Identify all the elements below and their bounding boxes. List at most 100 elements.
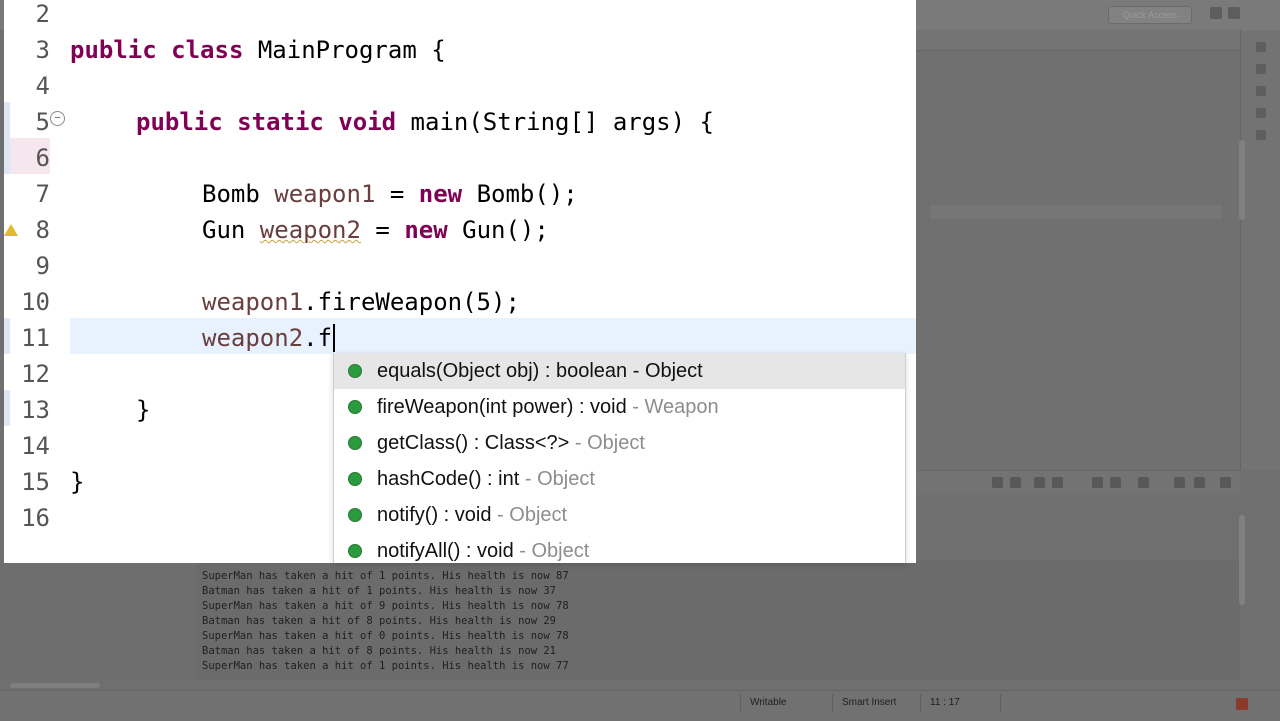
view-icon[interactable]	[1256, 108, 1266, 118]
scroll-lock-icon[interactable]	[1052, 477, 1063, 488]
status-separator	[832, 694, 833, 712]
line-number: 12	[21, 360, 50, 388]
view-icon[interactable]	[1256, 130, 1266, 140]
code-line-current[interactable]: weapon2.f	[202, 320, 336, 356]
public-method-icon	[348, 400, 362, 414]
error-log-icon[interactable]	[1236, 698, 1248, 710]
display-console-icon[interactable]	[1110, 477, 1121, 488]
perspective-switcher[interactable]	[1210, 6, 1270, 22]
outline-view	[916, 30, 1240, 470]
completion-signature: hashCode() : int	[377, 468, 520, 490]
completion-item[interactable]: fireWeapon(int power) : void - Weapon	[334, 389, 905, 425]
console-line: Batman has taken a hit of 8 points. His …	[202, 645, 557, 657]
console-line: Batman has taken a hit of 1 points. His …	[202, 585, 557, 597]
line-number: 11	[21, 324, 50, 352]
remove-launch-icon[interactable]	[1010, 477, 1021, 488]
line-number: 5	[35, 108, 50, 136]
completion-owner: Object	[509, 504, 568, 526]
view-icon[interactable]	[1256, 86, 1266, 96]
code-text: Gun	[202, 216, 260, 244]
code-line[interactable]: }	[70, 464, 84, 500]
completion-signature: getClass() : Class<?>	[377, 432, 570, 454]
console-gutter	[0, 560, 196, 680]
public-method-icon	[348, 364, 362, 378]
code-text: Gun();	[447, 216, 549, 244]
completion-item[interactable]: notifyAll() : void - Object	[334, 533, 905, 563]
keyword: new	[404, 216, 448, 244]
line-number: 4	[35, 72, 50, 100]
code-line[interactable]: Bomb weapon1 = new Bomb();	[202, 176, 578, 212]
public-method-icon	[348, 436, 362, 450]
quick-access-field[interactable]: Quick Access	[1108, 6, 1192, 24]
completion-signature: notify() : void	[377, 504, 492, 526]
minimize-icon[interactable]	[1174, 477, 1185, 488]
outline-selected-row[interactable]	[930, 205, 1222, 219]
view-icon[interactable]	[1256, 64, 1266, 74]
line-number: 6	[35, 144, 50, 172]
code-text: MainProgram {	[243, 36, 446, 64]
completion-item[interactable]: getClass() : Class<?> - Object	[334, 425, 905, 461]
console-line: SuperMan has taken a hit of 9 points. Hi…	[202, 600, 569, 612]
completion-owner: Object	[537, 468, 595, 490]
public-method-icon	[348, 508, 362, 522]
status-cursor-position: 11 : 17	[930, 697, 960, 708]
console-scrollbar[interactable]	[1239, 515, 1245, 605]
code-line[interactable]: public static void main(String[] args) {	[136, 104, 714, 140]
clear-console-icon[interactable]	[1034, 477, 1045, 488]
completion-separator: -	[519, 468, 538, 490]
content-assist-popup[interactable]: equals(Object obj) : boolean - Object fi…	[333, 353, 906, 563]
new-console-icon[interactable]	[1194, 477, 1205, 488]
completion-item[interactable]: hashCode() : int - Object	[334, 461, 905, 497]
line-number: 16	[21, 504, 50, 532]
terminate-icon[interactable]	[992, 477, 1003, 488]
code-text: Bomb	[202, 180, 275, 208]
java-perspective-icon[interactable]	[1228, 7, 1240, 19]
line-number: 15	[21, 468, 50, 496]
status-insert-mode: Smart Insert	[842, 697, 897, 708]
code-text: Bomb();	[462, 180, 578, 208]
horizontal-scrollbar[interactable]	[10, 683, 100, 688]
status-bar	[0, 690, 1280, 721]
code-text: main(String[] args) {	[396, 108, 714, 136]
public-method-icon	[348, 544, 362, 558]
console-toolbar	[916, 470, 1240, 495]
completion-item[interactable]: notify() : void - Object	[334, 497, 905, 533]
keyword: public class	[70, 36, 244, 64]
view-icon[interactable]	[1256, 42, 1266, 52]
code-text: =	[360, 216, 405, 244]
code-line[interactable]: Gun weapon2 = new Gun();	[202, 212, 549, 248]
line-number: 3	[35, 36, 50, 64]
perspective-icon[interactable]	[1210, 7, 1222, 19]
collapse-fold-icon[interactable]: −	[50, 111, 65, 126]
code-line[interactable]: }	[136, 392, 150, 428]
line-number: 10	[21, 288, 50, 316]
code-text: =	[375, 180, 419, 208]
outline-scrollbar[interactable]	[1239, 140, 1245, 220]
keyword: new	[418, 180, 463, 208]
completion-separator: -	[513, 540, 532, 562]
line-number: 7	[35, 180, 50, 208]
completion-signature: fireWeapon(int power) : void	[377, 396, 627, 418]
completion-owner: Object	[531, 540, 590, 562]
console-line: SuperMan has taken a hit of 1 points. Hi…	[202, 660, 569, 672]
open-console-icon[interactable]	[1138, 477, 1149, 488]
variable-name-warning[interactable]: weapon2	[260, 216, 361, 244]
completion-separator: -	[491, 504, 510, 526]
outline-view-header	[916, 30, 1240, 51]
completion-owner: Object	[644, 360, 703, 382]
completion-owner: Object	[587, 432, 645, 454]
code-text: }	[136, 396, 151, 424]
variable-name: weapon1	[274, 180, 376, 208]
code-text: .f	[303, 324, 333, 352]
completion-item[interactable]: equals(Object obj) : boolean - Object	[334, 353, 905, 389]
maximize-icon[interactable]	[1220, 477, 1231, 488]
side-trim-bar	[1240, 30, 1280, 470]
code-line[interactable]: weapon1.fireWeapon(5);	[202, 284, 520, 320]
current-line-highlight	[70, 318, 916, 354]
code-line[interactable]: public class MainProgram {	[70, 32, 446, 68]
pin-console-icon[interactable]	[1092, 477, 1103, 488]
completion-separator: -	[569, 432, 588, 454]
variable-name: weapon2	[202, 324, 304, 352]
code-text: }	[70, 468, 85, 496]
code-text: .fireWeapon(5);	[303, 288, 520, 316]
